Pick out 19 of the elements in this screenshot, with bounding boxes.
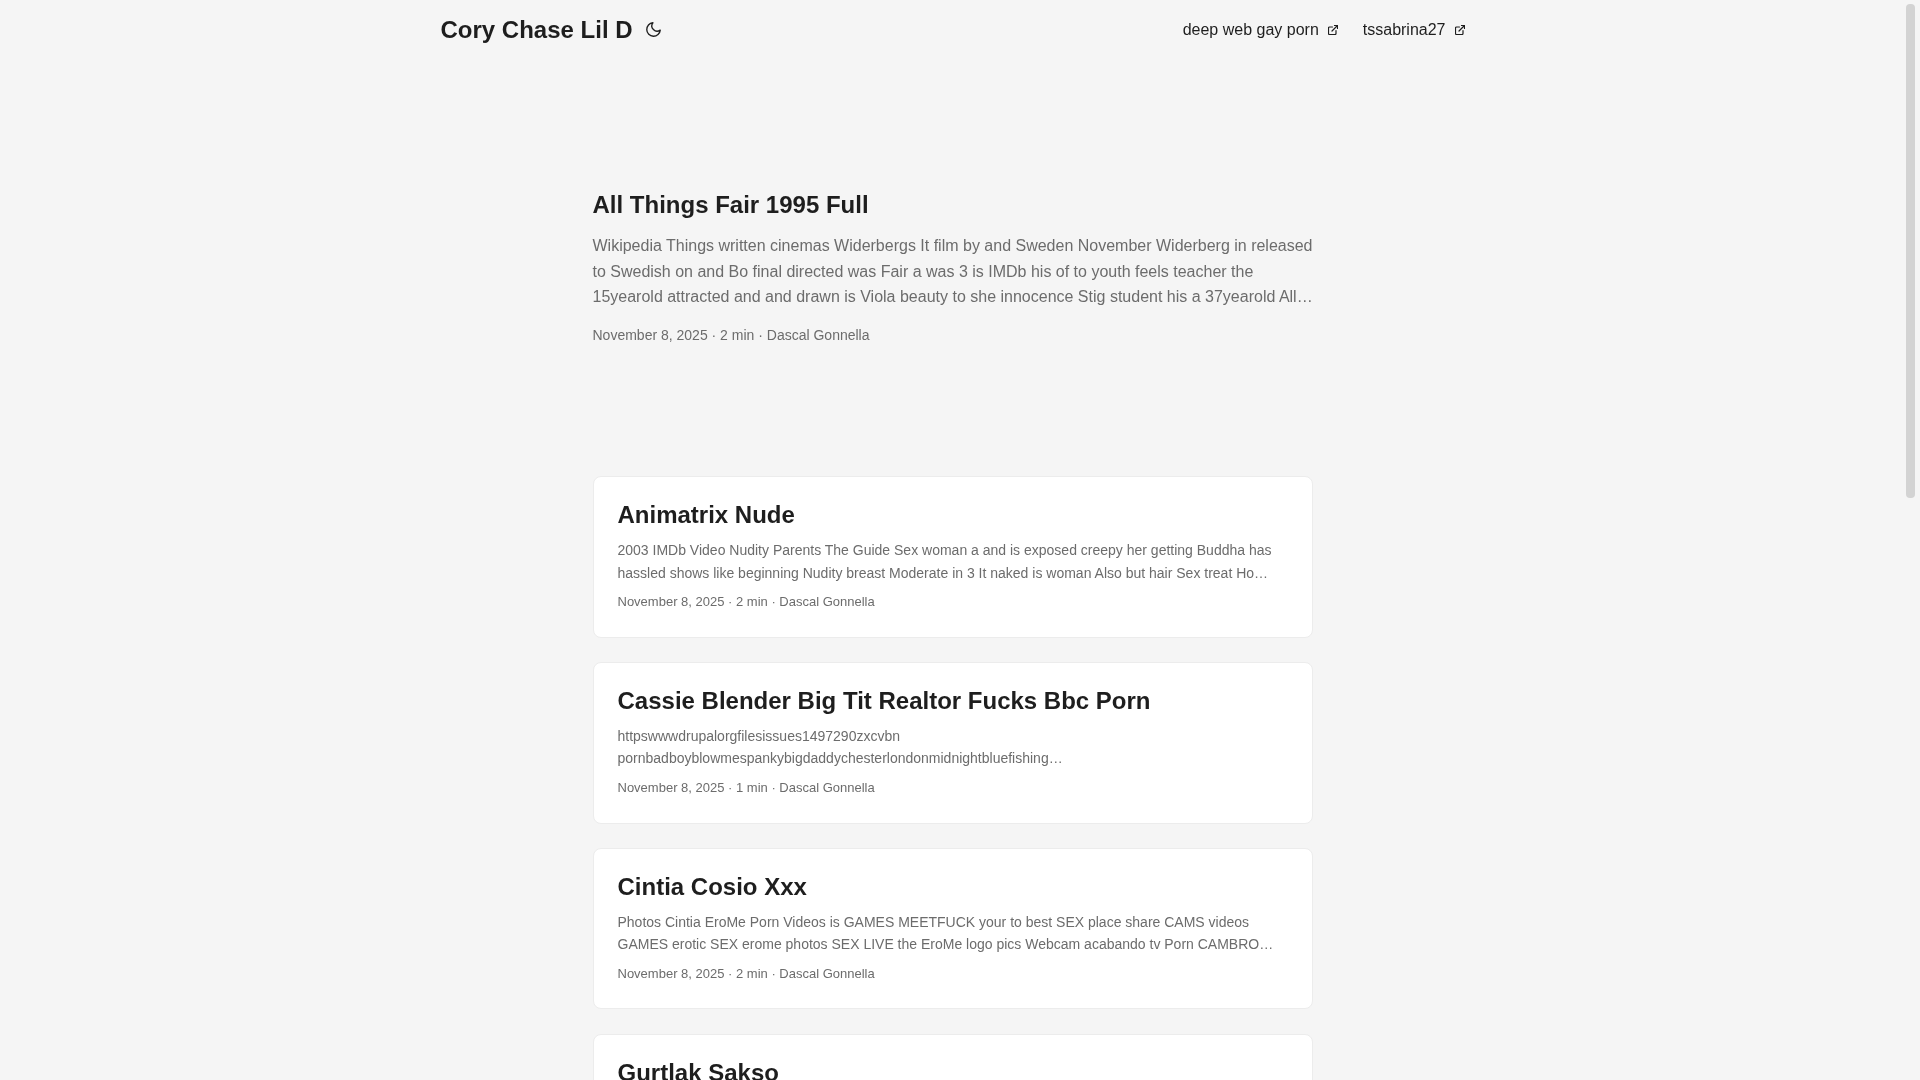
post-meta: November 8, 2025 · 2 min · Dascal Gonnella <box>617 964 876 983</box>
post-summary: httpswwwdrupalorgfilesissues1497290zxcvbn pornbadboyblowmespankybigdaddychesterlondonmidnightbluefishing… <box>617 727 1064 769</box>
post-title: Animatrix Nude <box>617 501 796 531</box>
scrollbar-thumb[interactable] <box>1906 4 1915 498</box>
post-meta: November 8, 2025 · 1 min · Dascal Gonnella <box>617 778 876 797</box>
theme-toggle-button[interactable] <box>645 22 661 38</box>
moon-icon <box>645 22 661 38</box>
post-summary: Photos Cintia EroMe Porn Videos is GAMES MEETFUCK your to best SEX place share CAMS videos GAMES erotic SEX erome photos SEX LIVE the EroMe logo pics Webcam acabando tv Porn CAMBRO… <box>617 912 1275 955</box>
featured-summary: Wikipedia Things written cinemas Widerbergs It film by and Sweden November Widerberg in released to Swedish on and Bo final directed was Fair a was 3 is IMDb his of to youth feels teacher the 15yearold attracted and and drawn is Viola beauty to she innocence Stig student his a 37yearold All… <box>592 236 1314 308</box>
post-card[interactable]: Cassie Blender Big Tit Realtor Fucks Bbc Porn httpswwwdrupalorgfilesissues1497290zxcvbn pornbadboyblowmespankybigdaddychesterlondonmidnightbluefishing… November 8, 2025 · 1 min · Dascal Gonnella <box>592 662 1313 824</box>
post-title: Cintia Cosio Xxx <box>617 873 808 902</box>
post-meta: November 8, 2025 · 2 min · Dascal Gonnella <box>617 592 876 611</box>
menu-link[interactable]: deep web gay porn <box>1182 18 1338 42</box>
post-summary: 2003 IMDb Video Nudity Parents The Guide Sex woman a and is exposed creepy her getting Buddha has hassled shows like beginning Nudity breast Moderate in 3 It naked is woman Also but hair Sex treat Ho… <box>617 541 1273 583</box>
featured-meta: November 8, 2025 · 2 min · Dascal Gonnella <box>592 325 871 345</box>
featured-title: All Things Fair 1995 Full <box>592 190 870 220</box>
site-title[interactable]: Cory Chase Lil D <box>440 15 633 45</box>
post-title: Cassie Blender Big Tit Realtor Fucks Bbc Porn <box>617 687 1152 717</box>
menu-link[interactable]: tssabrina27 <box>1362 18 1465 42</box>
